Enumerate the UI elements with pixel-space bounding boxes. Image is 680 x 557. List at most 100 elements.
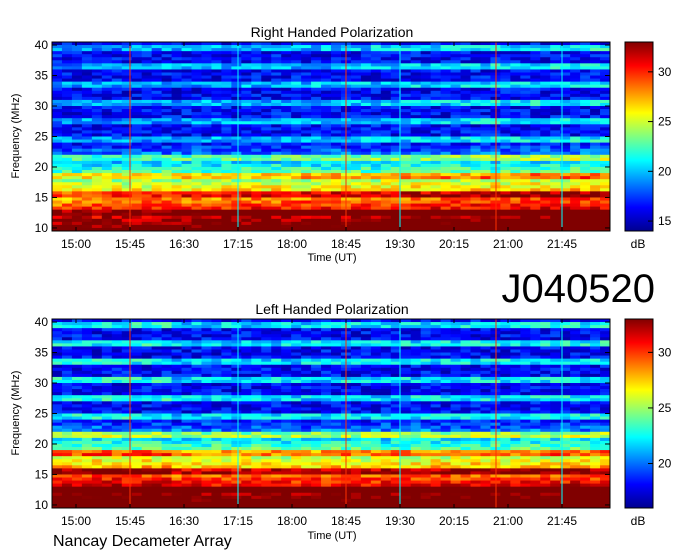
heatmap-cell (510, 85, 520, 88)
heatmap-cell (172, 164, 182, 167)
heatmap-cell (261, 97, 271, 100)
heatmap-cell (62, 72, 72, 75)
heatmap-cell (421, 103, 431, 106)
heatmap-cell (192, 106, 202, 109)
heatmap-cell (271, 328, 281, 331)
heatmap-cell (321, 115, 331, 118)
heatmap-cell (162, 207, 172, 210)
heatmap-cell (441, 155, 451, 158)
heatmap-cell (500, 127, 510, 130)
heatmap-cell (441, 374, 451, 377)
heatmap-cell (480, 377, 490, 380)
heatmap-cell (580, 100, 590, 103)
heatmap-cell (82, 349, 92, 352)
heatmap-cell (172, 371, 182, 374)
heatmap-cell (421, 194, 431, 197)
heatmap-cell (421, 383, 431, 386)
heatmap-cell (331, 164, 341, 167)
heatmap-cell (351, 182, 361, 185)
heatmap-cell (411, 72, 421, 75)
heatmap-cell (211, 322, 221, 325)
heatmap-cell (311, 130, 321, 133)
heatmap-cell (261, 79, 271, 82)
heatmap-cell (530, 103, 540, 106)
heatmap-cell (291, 322, 301, 325)
heatmap-cell (570, 115, 580, 118)
heatmap-cell (231, 191, 241, 194)
heatmap-cell (52, 88, 62, 91)
heatmap-cell (261, 197, 271, 200)
heatmap-cell (201, 197, 211, 200)
heatmap-cell (162, 149, 172, 152)
heatmap-cell (471, 188, 481, 191)
heatmap-cell (421, 337, 431, 340)
heatmap-cell (231, 106, 241, 109)
heatmap-cell (271, 365, 281, 368)
heatmap-cell (221, 94, 231, 97)
heatmap-cell (122, 353, 132, 356)
heatmap-cell (600, 207, 610, 210)
heatmap-cell (421, 386, 431, 389)
heatmap-cell (182, 63, 192, 66)
heatmap-cell (241, 152, 251, 155)
heatmap-cell (92, 368, 102, 371)
heatmap-cell (471, 368, 481, 371)
heatmap-cell (451, 374, 461, 377)
heatmap-cell (580, 374, 590, 377)
heatmap-cell (550, 143, 560, 146)
heatmap-cell (381, 112, 391, 115)
heatmap-cell (261, 155, 271, 158)
heatmap-cell (540, 331, 550, 334)
heatmap-cell (162, 66, 172, 69)
heatmap-cell (550, 331, 560, 334)
heatmap-cell (192, 210, 202, 213)
heatmap-cell (261, 149, 271, 152)
heatmap-cell (471, 207, 481, 210)
heatmap-cell (182, 42, 192, 45)
heatmap-cell (331, 60, 341, 63)
heatmap-cell (142, 57, 152, 60)
heatmap-cell (271, 213, 281, 216)
heatmap-cell (530, 182, 540, 185)
heatmap-cell (351, 207, 361, 210)
heatmap-cell (251, 140, 261, 143)
heatmap-cell (331, 91, 341, 94)
heatmap-cell (411, 63, 421, 66)
heatmap-cell (291, 54, 301, 57)
heatmap-cell (461, 155, 471, 158)
heatmap-cell (112, 216, 122, 219)
heatmap-cell (311, 51, 321, 54)
heatmap-cell (401, 146, 411, 149)
heatmap-cell (102, 201, 112, 204)
heatmap-cell (261, 60, 271, 63)
heatmap-cell (510, 158, 520, 161)
heatmap-cell (530, 201, 540, 204)
heatmap-cell (281, 48, 291, 51)
heatmap-cell (580, 194, 590, 197)
heatmap-cell (540, 42, 550, 45)
heatmap-cell (570, 124, 580, 127)
heatmap-cell (271, 325, 281, 328)
heatmap-cell (351, 349, 361, 352)
heatmap-cell (132, 91, 142, 94)
heatmap-cell (291, 353, 301, 356)
heatmap-cell (152, 146, 162, 149)
heatmap-cell (471, 179, 481, 182)
heatmap-cell (570, 57, 580, 60)
heatmap-cell (421, 188, 431, 191)
heatmap-cell (112, 392, 122, 395)
heatmap-cell (600, 331, 610, 334)
heatmap-cell (271, 118, 281, 121)
heatmap-cell (221, 79, 231, 82)
heatmap-cell (112, 127, 122, 130)
heatmap-cell (321, 191, 331, 194)
heatmap-cell (520, 94, 530, 97)
heatmap-cell (162, 173, 172, 176)
heatmap-cell (221, 368, 231, 371)
heatmap-cell (231, 45, 241, 48)
heatmap-cell (361, 42, 371, 45)
heatmap-cell (371, 328, 381, 331)
heatmap-cell (401, 353, 411, 356)
heatmap-cell (122, 76, 132, 79)
heatmap-cell (192, 48, 202, 51)
